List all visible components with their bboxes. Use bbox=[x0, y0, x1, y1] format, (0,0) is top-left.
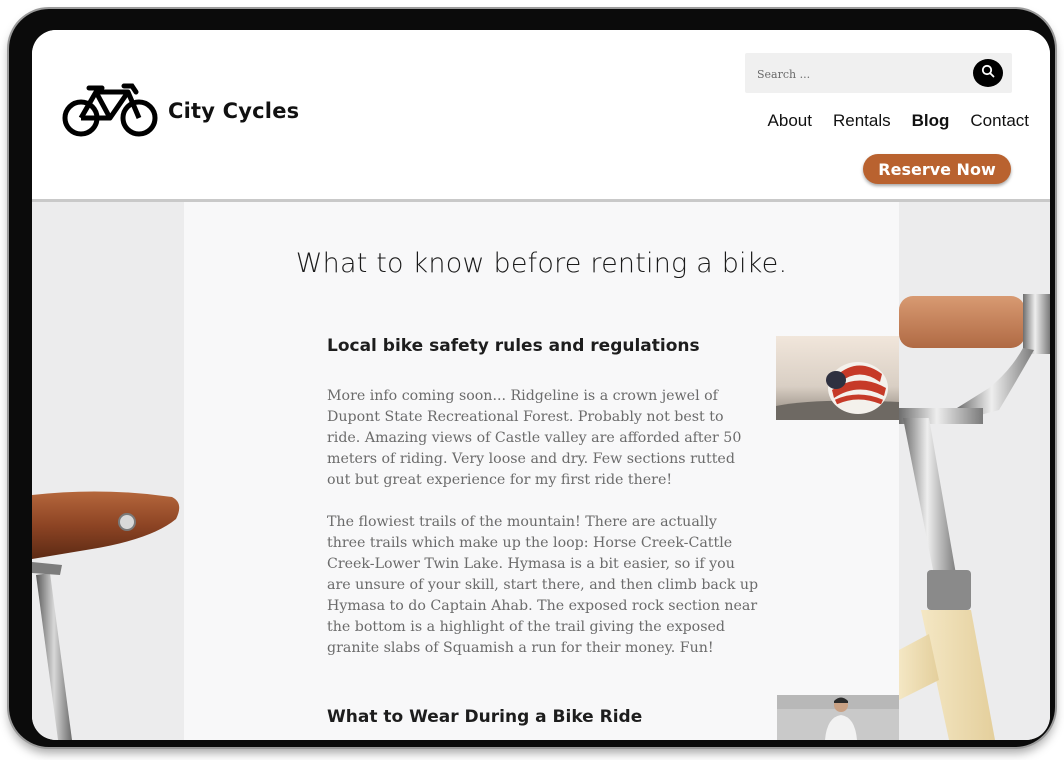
search-icon bbox=[981, 64, 995, 83]
section-paragraph: The flowiest trails of the mountain! The… bbox=[327, 514, 759, 656]
bicycle-icon bbox=[62, 82, 158, 140]
saddle-image bbox=[32, 457, 184, 740]
search-button[interactable] bbox=[973, 59, 1003, 87]
nav-about[interactable]: About bbox=[768, 110, 812, 132]
page-title: What to know before renting a bike. bbox=[295, 248, 788, 279]
reserve-now-button[interactable]: Reserve Now bbox=[863, 154, 1011, 184]
nav-blog[interactable]: Blog bbox=[912, 110, 950, 132]
section-title-wear: What to Wear During a Bike Ride bbox=[327, 707, 643, 727]
section-paragraph: More info coming soon... Ridgeline is a … bbox=[327, 388, 742, 488]
nav-contact[interactable]: Contact bbox=[970, 110, 1029, 132]
tablet-frame: City Cycles About Rentals Blog Co bbox=[9, 9, 1055, 747]
brand-logo[interactable]: City Cycles bbox=[62, 82, 299, 140]
helmet-photo bbox=[776, 336, 899, 420]
handlebar-image bbox=[899, 290, 1050, 740]
cyclist-photo bbox=[777, 695, 899, 740]
search-box bbox=[745, 53, 1012, 93]
site-header: City Cycles About Rentals Blog Co bbox=[32, 30, 1050, 199]
main-nav: About Rentals Blog Contact bbox=[747, 110, 1029, 132]
screen: City Cycles About Rentals Blog Co bbox=[32, 30, 1050, 740]
search-input[interactable] bbox=[755, 63, 959, 85]
brand-name: City Cycles bbox=[168, 99, 300, 123]
content-stage: What to know before renting a bike. Loca… bbox=[32, 202, 1050, 740]
article-panel: What to know before renting a bike. Loca… bbox=[184, 202, 899, 740]
section-title-safety: Local bike safety rules and regulations bbox=[327, 336, 700, 356]
nav-rentals[interactable]: Rentals bbox=[833, 110, 891, 132]
